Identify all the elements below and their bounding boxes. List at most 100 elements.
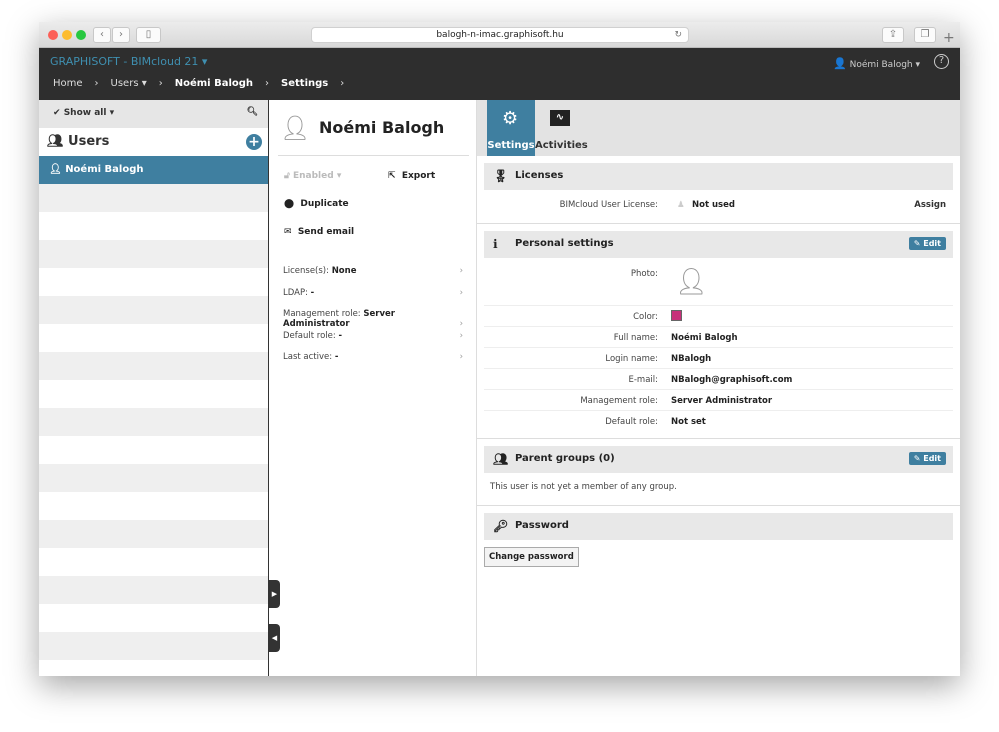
section-title: Personal settings: [515, 238, 614, 249]
field-label: Photo:: [630, 269, 658, 279]
assign-link[interactable]: Assign: [914, 200, 946, 210]
photo-row: Photo: 👤︎: [484, 263, 953, 306]
app-header: GRAPHISOFT - BIMcloud 21 ▾ Home › Users ▾…: [39, 48, 960, 100]
users-icon: 👥︎: [47, 134, 64, 149]
close-button[interactable]: [48, 30, 58, 40]
divider: [477, 505, 960, 506]
photo-avatar[interactable]: 👤︎: [675, 267, 708, 297]
enabled-dropdown[interactable]: 🔓︎ Enabled ▾: [284, 171, 341, 181]
prop-value: None: [331, 266, 357, 276]
user-name-title: Noémi Balogh: [319, 118, 445, 137]
user-detail-panel: 👤︎ Noémi Balogh 🔓︎ Enabled ▾ ⇱ Export ⬤ …: [270, 100, 477, 676]
change-password-button[interactable]: Change password: [484, 547, 579, 567]
forward-button[interactable]: ›: [112, 27, 130, 43]
url-text: balogh-n-imac.graphisoft.hu: [436, 30, 564, 40]
field-label: Default role:: [605, 417, 658, 427]
email-icon: ✉: [284, 227, 292, 237]
tab-activities[interactable]: ∿ Activities: [535, 100, 588, 156]
tabs-icon[interactable]: ❐: [914, 27, 936, 43]
parent-groups-header: 👥︎ Parent groups (0) ✎ Edit: [484, 446, 953, 473]
prop-label: LDAP:: [283, 288, 308, 298]
prop-label: Management role:: [283, 309, 361, 319]
prop-label: Last active:: [283, 352, 333, 362]
unlock-icon: 🔓︎: [284, 171, 290, 181]
activity-icon: ∿: [550, 110, 570, 126]
chevron-right-icon: ›: [459, 288, 463, 298]
export-label: Export: [401, 171, 436, 181]
prop-licenses[interactable]: License(s): None ›: [283, 266, 463, 276]
prop-value: -: [334, 352, 339, 362]
section-title: Password: [515, 520, 569, 531]
edit-personal-button[interactable]: ✎ Edit: [908, 237, 946, 250]
prop-management-role[interactable]: Management role: Server Administrator ›: [283, 309, 463, 329]
crumb-user[interactable]: Noémi Balogh: [175, 78, 253, 89]
users-sidebar: ✔ Show all ▾ 🔍︎ 👥︎ Users + 👤︎ Noémi Balogh: [39, 100, 269, 676]
password-header: 🔑︎ Password: [484, 513, 953, 540]
color-row: Color:: [484, 306, 953, 327]
section-title: Licenses: [515, 170, 564, 181]
reload-icon[interactable]: ↻: [674, 28, 682, 43]
user-list-item[interactable]: 👤︎ Noémi Balogh: [39, 156, 268, 184]
user-menu[interactable]: 👤 Noémi Balogh ▾: [833, 57, 920, 70]
prop-ldap[interactable]: LDAP: - ›: [283, 288, 463, 298]
user-icon: 👤: [833, 57, 847, 70]
crumb-settings[interactable]: Settings: [281, 78, 328, 89]
back-button[interactable]: ‹: [93, 27, 111, 43]
field-value: Not used: [692, 200, 735, 210]
breadcrumb: Home › Users ▾ › Noémi Balogh › Settings ›: [53, 78, 356, 89]
tab-label: Activities: [535, 140, 588, 151]
chevron-right-icon: ›: [459, 331, 463, 341]
search-icon[interactable]: 🔍︎: [247, 107, 258, 117]
field-label: Color:: [633, 312, 658, 322]
section-title: Parent groups (0): [515, 453, 615, 464]
field-row: E-mail: NBalogh@graphisoft.com: [484, 369, 953, 390]
new-tab-icon[interactable]: +: [943, 30, 955, 46]
url-bar[interactable]: balogh-n-imac.graphisoft.hu ↻: [311, 27, 689, 43]
prop-value: -: [338, 331, 342, 341]
show-all-filter[interactable]: Show all ▾: [64, 108, 114, 118]
licenses-header: 🎖︎ Licenses: [484, 163, 953, 190]
user-list-item-label: Noémi Balogh: [65, 164, 144, 175]
info-icon: ℹ: [493, 237, 498, 251]
send-email-button[interactable]: ✉ Send email: [284, 227, 354, 237]
chevron-right-icon: ›: [158, 78, 163, 89]
zoom-button[interactable]: [76, 30, 86, 40]
field-label: Full name:: [613, 333, 658, 343]
enabled-label: Enabled ▾: [292, 171, 342, 181]
personal-settings-header: ℹ Personal settings ✎ Edit: [484, 231, 953, 258]
color-swatch: [671, 310, 682, 321]
field-row: Login name: NBalogh: [484, 348, 953, 369]
user-icon: 👤︎: [49, 164, 62, 175]
help-icon[interactable]: ?: [934, 54, 949, 69]
tab-label: Settings: [487, 140, 535, 151]
prop-last-active[interactable]: Last active: - ›: [283, 352, 463, 362]
field-value: Server Administrator: [671, 396, 773, 406]
user-name: Noémi Balogh ▾: [849, 60, 920, 70]
divider: [477, 223, 960, 224]
duplicate-label: Duplicate: [300, 199, 349, 209]
crumb-users[interactable]: Users ▾: [111, 78, 147, 89]
prop-label: Default role:: [283, 331, 336, 341]
tab-bar: ⚙ Settings ∿ Activities: [477, 100, 960, 156]
chevron-right-icon: ›: [265, 78, 270, 89]
avatar: 👤︎: [280, 114, 311, 142]
add-user-button[interactable]: +: [246, 134, 262, 150]
sidebar-toggle-icon[interactable]: ▯: [136, 27, 161, 43]
field-label: Login name:: [605, 354, 658, 364]
brand-menu[interactable]: GRAPHISOFT - BIMcloud 21 ▾: [50, 55, 207, 68]
tab-settings[interactable]: ⚙ Settings: [487, 100, 535, 156]
export-button[interactable]: ⇱ Export: [388, 171, 435, 181]
share-icon[interactable]: ⇪: [882, 27, 904, 43]
chevron-right-icon: ›: [459, 352, 463, 362]
crumb-home[interactable]: Home: [53, 78, 83, 89]
prop-default-role[interactable]: Default role: - ›: [283, 331, 463, 341]
key-icon: 🔑︎: [493, 519, 509, 533]
browser-window: ‹ › ▯ balogh-n-imac.graphisoft.hu ↻ ⇪ ❐ +…: [39, 22, 960, 676]
license-icon: ♟: [677, 200, 685, 210]
minimize-button[interactable]: [62, 30, 72, 40]
edit-groups-button[interactable]: ✎ Edit: [908, 452, 946, 465]
field-row: Full name: Noémi Balogh: [484, 327, 953, 348]
filter-bar: ✔ Show all ▾ 🔍︎: [39, 100, 268, 128]
field-value: Noémi Balogh: [671, 333, 738, 343]
duplicate-button[interactable]: ⬤ Duplicate: [284, 199, 349, 209]
